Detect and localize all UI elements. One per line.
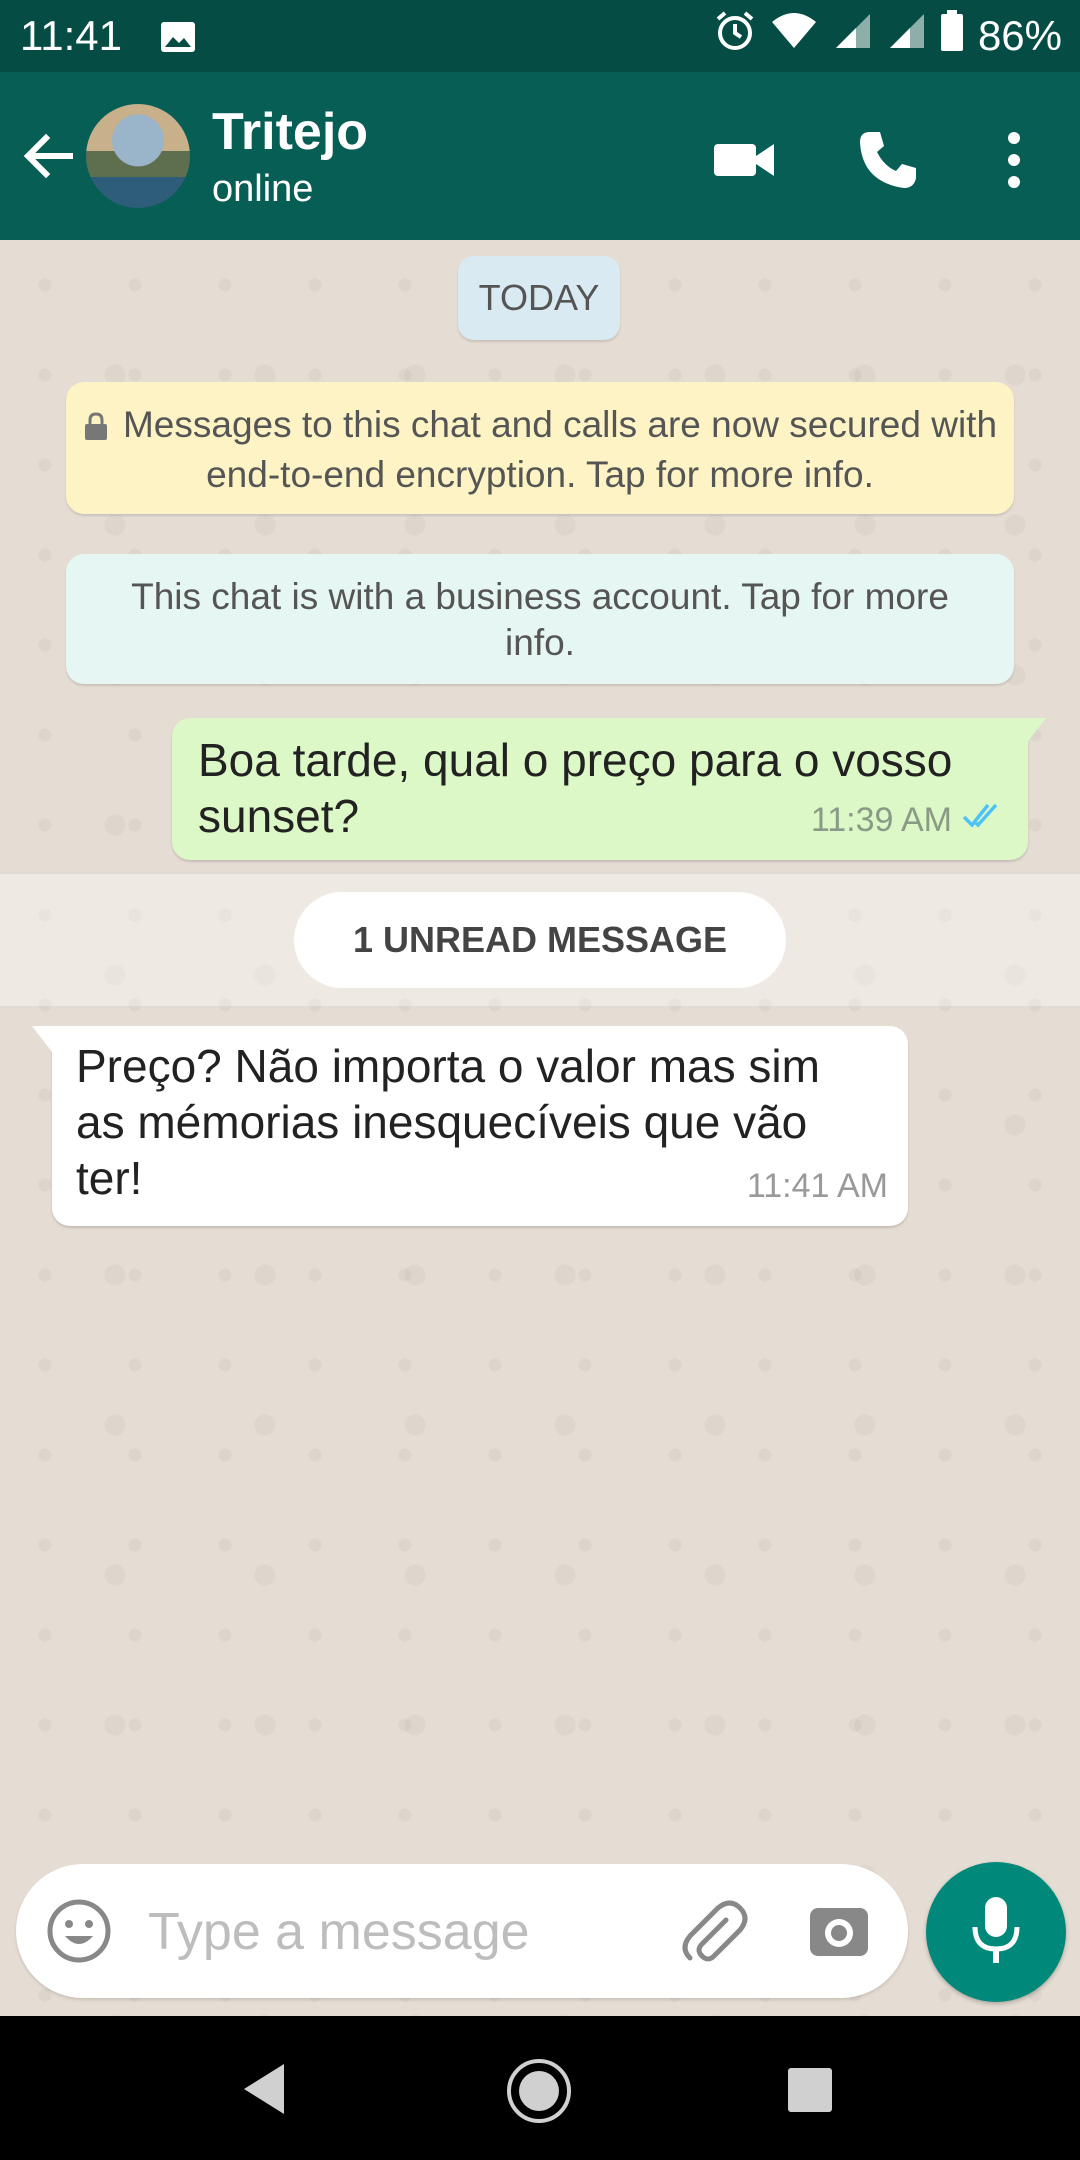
avatar[interactable] xyxy=(86,104,190,208)
nav-recents-icon[interactable] xyxy=(786,2066,834,2119)
attach-icon[interactable] xyxy=(678,1898,748,1968)
message-input[interactable] xyxy=(146,1890,670,1974)
battery-icon xyxy=(940,10,964,62)
business-notice-text: This chat is with a business account. Ta… xyxy=(131,576,949,663)
chat-header: Tritejo online xyxy=(0,72,1080,240)
battery-percent: 86% xyxy=(977,12,1062,59)
alarm-icon xyxy=(714,10,756,62)
back-arrow-icon[interactable] xyxy=(18,126,78,186)
phone-icon[interactable] xyxy=(856,128,920,192)
incoming-message[interactable]: Preço? Não importa o valor mas sim as mé… xyxy=(32,1026,908,1226)
camera-icon[interactable] xyxy=(808,1900,870,1962)
emoji-icon[interactable] xyxy=(46,1898,112,1964)
system-nav-bar xyxy=(0,2016,1080,2160)
bubble-tail xyxy=(1026,718,1046,744)
signal-icon xyxy=(886,12,926,60)
status-time: 11:41 xyxy=(20,12,122,59)
mic-button[interactable] xyxy=(926,1862,1066,2002)
image-icon xyxy=(160,18,196,63)
contact-name[interactable]: Tritejo xyxy=(212,102,368,162)
status-bar: 11:41 86% xyxy=(0,0,1080,72)
more-vert-icon[interactable] xyxy=(990,128,1038,192)
double-check-read-icon xyxy=(962,792,1006,848)
signal-icon xyxy=(832,12,872,60)
message-text: Preço? Não importa o valor mas sim as mé… xyxy=(76,1040,820,1204)
message-time: 11:41 AM xyxy=(746,1167,888,1205)
message-time: 11:39 AM xyxy=(810,801,952,839)
message-composer xyxy=(16,1864,908,1998)
encryption-notice-text: Messages to this chat and calls are now … xyxy=(122,404,998,495)
mic-icon xyxy=(970,1895,1022,1970)
nav-home-icon[interactable] xyxy=(506,2058,572,2129)
wifi-icon xyxy=(770,12,818,60)
unread-message-label: 1 UNREAD MESSAGE xyxy=(294,892,786,988)
date-chip: TODAY xyxy=(458,256,620,340)
outgoing-message[interactable]: Boa tarde, qual o preço para o vosso sun… xyxy=(172,718,1046,860)
message-meta: 11:39 AM xyxy=(811,792,1006,848)
contact-status: online xyxy=(212,168,314,210)
bubble-tail xyxy=(32,1026,52,1052)
business-notice[interactable]: This chat is with a business account. Ta… xyxy=(66,554,1014,684)
encryption-notice[interactable]: Messages to this chat and calls are now … xyxy=(66,382,1014,514)
lock-icon xyxy=(83,406,109,452)
nav-back-icon[interactable] xyxy=(240,2062,288,2121)
video-call-icon[interactable] xyxy=(712,128,776,192)
